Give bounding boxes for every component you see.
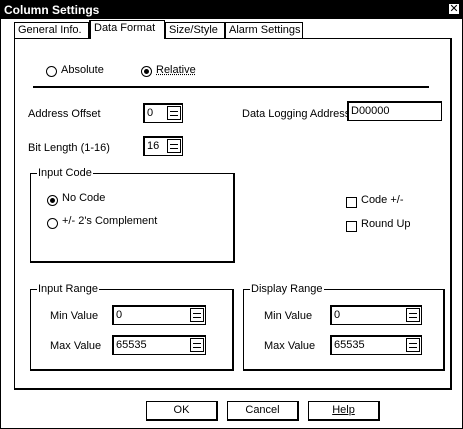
ok-button[interactable]: OK xyxy=(146,401,218,421)
tab-size-style[interactable]: Size/Style xyxy=(165,22,225,38)
address-offset-label: Address Offset xyxy=(28,108,101,120)
bit-length-input[interactable]: 16 xyxy=(143,136,183,156)
no-code-label: No Code xyxy=(62,192,106,204)
tab-data-format[interactable]: Data Format xyxy=(89,20,165,39)
display-max-field[interactable]: 65535 xyxy=(330,335,422,355)
display-min-label: Min Value xyxy=(264,310,313,322)
relative-radio[interactable] xyxy=(141,66,152,77)
spinner-icon[interactable] xyxy=(190,308,204,322)
column-settings-dialog: Column Settings ✕ General Info. Data For… xyxy=(0,0,463,429)
close-icon[interactable]: ✕ xyxy=(448,3,460,15)
relative-label: Relative xyxy=(156,64,196,76)
spinner-icon[interactable] xyxy=(167,139,181,153)
spinner-icon[interactable] xyxy=(406,338,420,352)
data-format-panel: Absolute Relative Address Offset 0 Data … xyxy=(14,38,452,390)
spinner-icon[interactable] xyxy=(406,308,420,322)
input-max-label: Max Value xyxy=(50,340,102,352)
data-logging-address-label: Data Logging Address xyxy=(242,108,351,120)
input-max-field[interactable]: 65535 xyxy=(112,335,206,355)
absolute-label: Absolute xyxy=(61,64,104,76)
cancel-button[interactable]: Cancel xyxy=(227,401,299,421)
spinner-icon[interactable] xyxy=(190,338,204,352)
input-range-group: Input Range Min Value 0 Max Value 65535 xyxy=(30,283,234,371)
display-range-title: Display Range xyxy=(250,283,324,295)
bit-length-label: Bit Length (1-16) xyxy=(28,142,110,154)
code-pm-checkbox[interactable] xyxy=(346,197,357,208)
tab-general-info[interactable]: General Info. xyxy=(14,22,89,38)
no-code-radio[interactable] xyxy=(47,195,58,206)
code-pm-label: Code +/- xyxy=(361,194,404,206)
input-range-title: Input Range xyxy=(37,283,99,295)
spinner-icon[interactable] xyxy=(167,106,181,120)
input-min-label: Min Value xyxy=(50,310,99,322)
help-button[interactable]: Help xyxy=(308,401,380,421)
mode-divider xyxy=(33,86,429,88)
input-code-group: Input Code No Code +/- 2's Complement xyxy=(30,167,235,263)
absolute-radio[interactable] xyxy=(46,66,57,77)
window-title: Column Settings xyxy=(4,3,100,17)
title-bar: Column Settings ✕ xyxy=(1,1,462,19)
display-max-label: Max Value xyxy=(264,340,316,352)
input-code-title: Input Code xyxy=(37,167,93,179)
address-offset-input[interactable]: 0 xyxy=(143,103,183,123)
tab-alarm-settings[interactable]: Alarm Settings xyxy=(225,22,303,38)
round-up-label: Round Up xyxy=(361,218,411,230)
input-min-field[interactable]: 0 xyxy=(112,305,206,325)
display-range-group: Display Range Min Value 0 Max Value 6553… xyxy=(243,283,445,371)
round-up-checkbox[interactable] xyxy=(346,221,357,232)
twos-complement-radio[interactable] xyxy=(47,218,58,229)
twos-complement-label: +/- 2's Complement xyxy=(62,215,158,227)
display-min-field[interactable]: 0 xyxy=(330,305,422,325)
data-logging-address-input[interactable]: D00000 xyxy=(347,101,442,121)
